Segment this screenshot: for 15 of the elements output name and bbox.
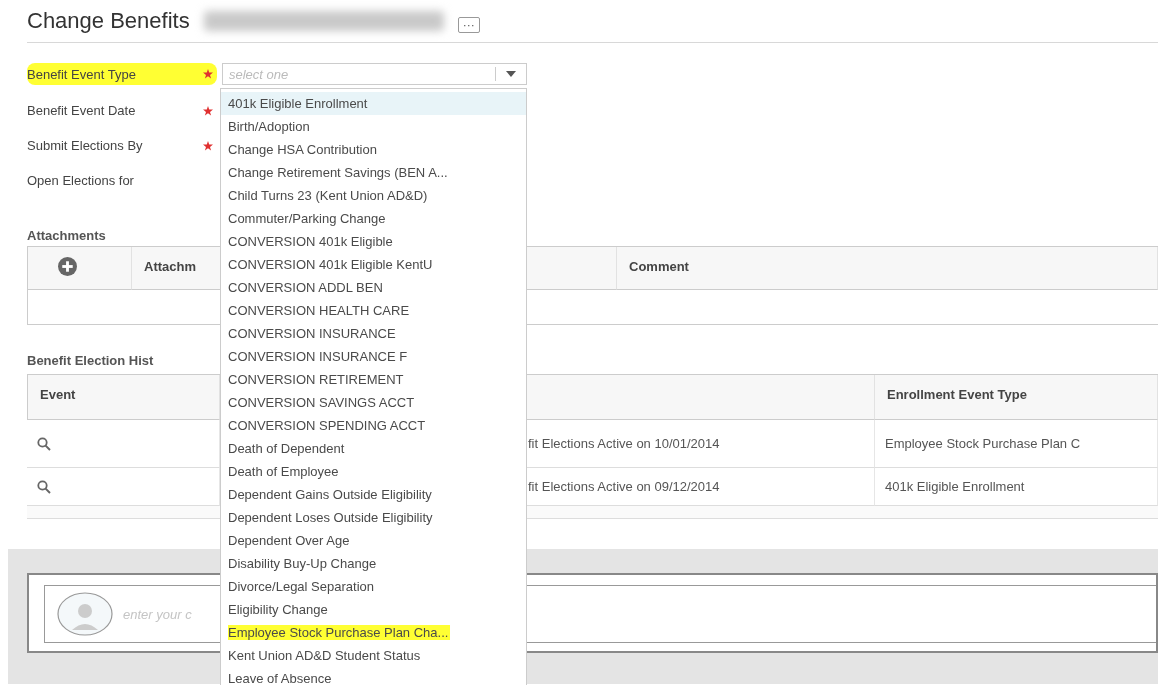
table-cell: 401k Eligible Enrollment <box>885 479 1025 494</box>
table-cell: Employee Stock Purchase Plan C <box>885 436 1081 451</box>
field-label: Benefit Event Type <box>27 66 136 82</box>
page-title: Change Benefits <box>27 8 190 34</box>
column-header: Attachm <box>144 259 196 274</box>
table-cell: fit Elections Active on 09/12/2014 <box>528 479 720 494</box>
field-label: Open Elections for <box>27 173 134 188</box>
section-title: Benefit Election Hist <box>27 353 154 370</box>
section-title: Attachments <box>27 228 106 245</box>
field-label: Submit Elections By <box>27 138 143 153</box>
column-header: Enrollment Event Type <box>887 387 1027 402</box>
column-header: Event <box>40 387 76 402</box>
field-label: Benefit Event Date <box>27 103 136 118</box>
column-header: Comment <box>629 259 689 274</box>
table-cell: fit Elections Active on 10/01/2014 <box>528 436 720 451</box>
